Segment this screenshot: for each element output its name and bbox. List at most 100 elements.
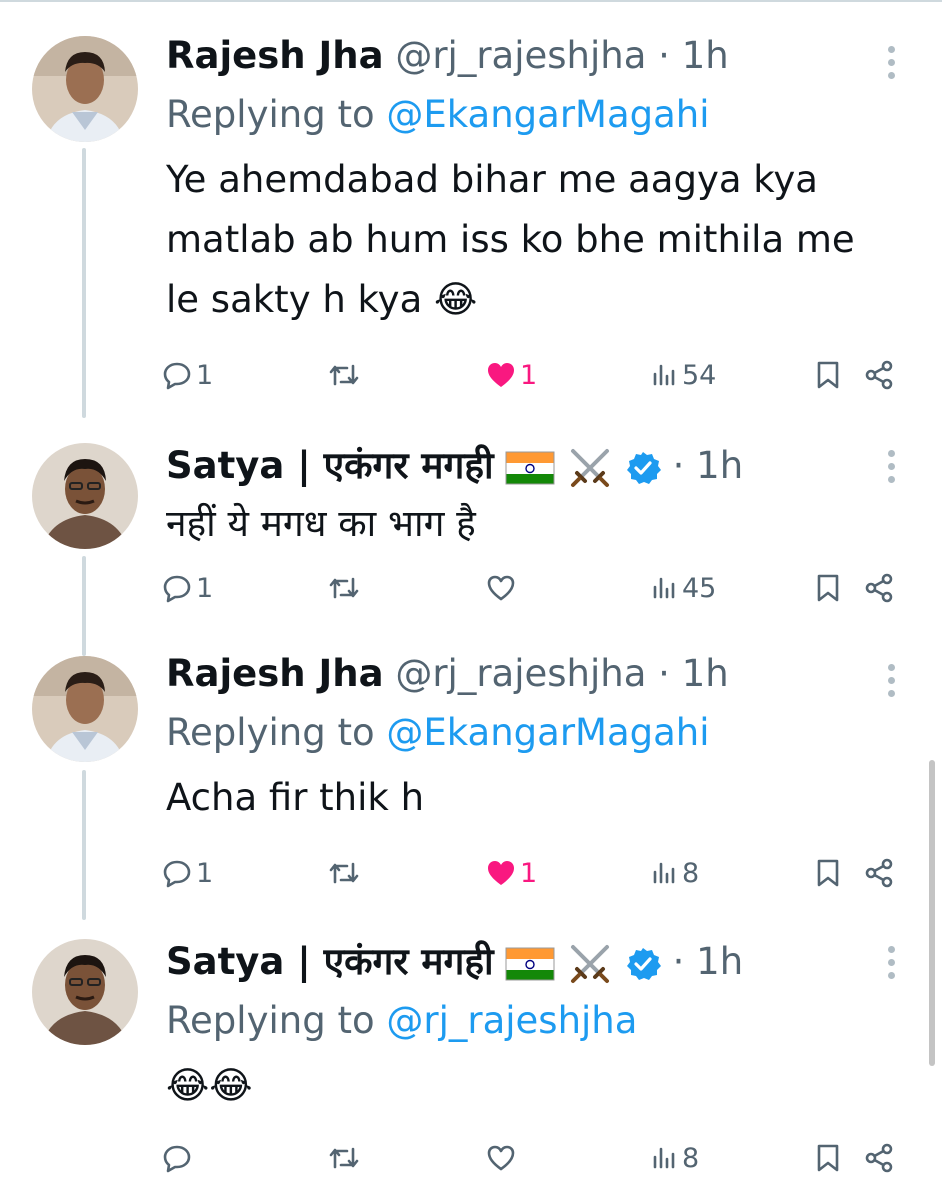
tweet-header: Satya | एकंगर मगही · 1h	[166, 934, 882, 990]
tweet-header: Rajesh Jha @rj_rajeshjha · 1h	[166, 28, 882, 84]
mention-link[interactable]: @rj_rajeshjha	[386, 999, 637, 1042]
like-icon	[487, 1145, 515, 1171]
view-count: 45	[682, 572, 717, 604]
reply-button[interactable]: 1	[162, 568, 213, 608]
share-button[interactable]	[864, 1138, 894, 1178]
thread-line	[82, 148, 86, 418]
views-button[interactable]: 45	[652, 568, 716, 608]
action-bar: 8	[162, 1138, 902, 1178]
reply-icon	[163, 1145, 191, 1173]
bookmark-button[interactable]	[816, 853, 840, 893]
like-count: 1	[520, 857, 538, 889]
views-button[interactable]: 8	[652, 1138, 699, 1178]
retweet-button[interactable]	[328, 568, 360, 608]
retweet-icon	[329, 577, 359, 599]
like-button[interactable]	[486, 1138, 516, 1178]
author-handle[interactable]: @rj_rajeshjha	[395, 652, 646, 695]
views-icon	[653, 862, 675, 884]
reply-icon	[163, 860, 191, 888]
verified-icon[interactable]	[625, 450, 661, 486]
views-icon	[653, 577, 675, 599]
avatar-rajesh-image	[32, 656, 138, 762]
more-icon[interactable]	[888, 946, 896, 985]
like-button[interactable]: 1	[486, 853, 537, 893]
view-count: 54	[682, 359, 717, 391]
retweet-button[interactable]	[328, 1138, 360, 1178]
crossed-swords-icon	[571, 944, 610, 983]
share-button[interactable]	[864, 853, 894, 893]
bookmark-button[interactable]	[816, 355, 840, 395]
replying-to-label: Replying to	[166, 93, 375, 136]
avatar-rajesh-image	[32, 36, 138, 142]
more-icon[interactable]	[888, 46, 896, 85]
reply-button[interactable]	[162, 1138, 192, 1178]
avatar[interactable]	[32, 36, 138, 142]
author-name[interactable]: Satya | एकंगर मगही	[166, 940, 494, 983]
replying-to: Replying to @EkangarMagahi	[166, 702, 882, 764]
reply-button[interactable]: 1	[162, 355, 213, 395]
avatar-satya-image	[32, 443, 138, 549]
thread-line	[82, 556, 86, 656]
reply-button[interactable]: 1	[162, 853, 213, 893]
avatar[interactable]	[32, 443, 138, 549]
reply-count: 1	[196, 572, 214, 604]
retweet-button[interactable]	[328, 355, 360, 395]
reply-count: 1	[196, 857, 214, 889]
like-count: 1	[520, 359, 538, 391]
avatar[interactable]	[32, 939, 138, 1045]
replying-to-label: Replying to	[166, 999, 375, 1042]
share-icon	[865, 1143, 893, 1173]
views-button[interactable]: 54	[652, 355, 716, 395]
replying-to: Replying to @rj_rajeshjha	[166, 990, 882, 1052]
like-icon	[487, 575, 515, 601]
author-handle[interactable]: @rj_rajeshjha	[395, 34, 646, 77]
action-bar: 1 1 54	[162, 355, 902, 395]
bookmark-icon	[817, 361, 839, 389]
share-icon	[865, 360, 893, 390]
reply-icon	[163, 575, 191, 603]
share-button[interactable]	[864, 568, 894, 608]
tweet-text: Ye ahemdabad bihar me aagya kya matlab a…	[166, 158, 855, 321]
tweet-header: Satya | एकंगर मगही · 1h	[166, 438, 882, 494]
avatar[interactable]	[32, 656, 138, 762]
views-icon	[653, 1147, 675, 1169]
tweet-text: Acha fir thik h	[166, 776, 425, 819]
view-count: 8	[682, 1142, 700, 1174]
timestamp[interactable]: 1h	[682, 34, 729, 77]
tweet-text: 😂😂	[166, 1064, 253, 1107]
author-name[interactable]: Satya | एकंगर मगही	[166, 444, 494, 487]
retweet-icon	[329, 862, 359, 884]
replying-to: Replying to @EkangarMagahi	[166, 84, 882, 146]
action-bar: 1 1 8	[162, 853, 902, 893]
tweet-body: Satya | एकंगर मगही · 1h नहीं ये मगध का भ…	[166, 438, 882, 554]
timestamp[interactable]: 1h	[696, 940, 743, 983]
author-name[interactable]: Rajesh Jha	[166, 652, 384, 695]
india-flag-icon	[505, 947, 555, 980]
verified-icon[interactable]	[625, 946, 661, 982]
author-name[interactable]: Rajesh Jha	[166, 34, 384, 77]
like-button[interactable]: 1	[486, 355, 537, 395]
views-button[interactable]: 8	[652, 853, 699, 893]
tweet-body: Satya | एकंगर मगही · 1h Replying to @rj_…	[166, 934, 882, 1116]
timestamp[interactable]: 1h	[682, 652, 729, 695]
separator: ·	[672, 444, 685, 487]
scrollbar[interactable]	[929, 760, 935, 1066]
reply-icon	[163, 362, 191, 390]
share-button[interactable]	[864, 355, 894, 395]
mention-link[interactable]: @EkangarMagahi	[386, 711, 709, 754]
like-button[interactable]	[486, 568, 516, 608]
retweet-button[interactable]	[328, 853, 360, 893]
mention-link[interactable]: @EkangarMagahi	[386, 93, 709, 136]
more-icon[interactable]	[888, 450, 896, 489]
separator: ·	[658, 34, 670, 77]
bookmark-button[interactable]	[816, 568, 840, 608]
bookmark-icon	[817, 1144, 839, 1172]
timestamp[interactable]: 1h	[696, 444, 743, 487]
top-divider	[0, 0, 942, 2]
bookmark-icon	[817, 859, 839, 887]
tweet-text: नहीं ये मगध का भाग है	[166, 502, 476, 545]
bookmark-button[interactable]	[816, 1138, 840, 1178]
more-icon[interactable]	[888, 664, 896, 703]
retweet-icon	[329, 364, 359, 386]
bookmark-icon	[817, 574, 839, 602]
